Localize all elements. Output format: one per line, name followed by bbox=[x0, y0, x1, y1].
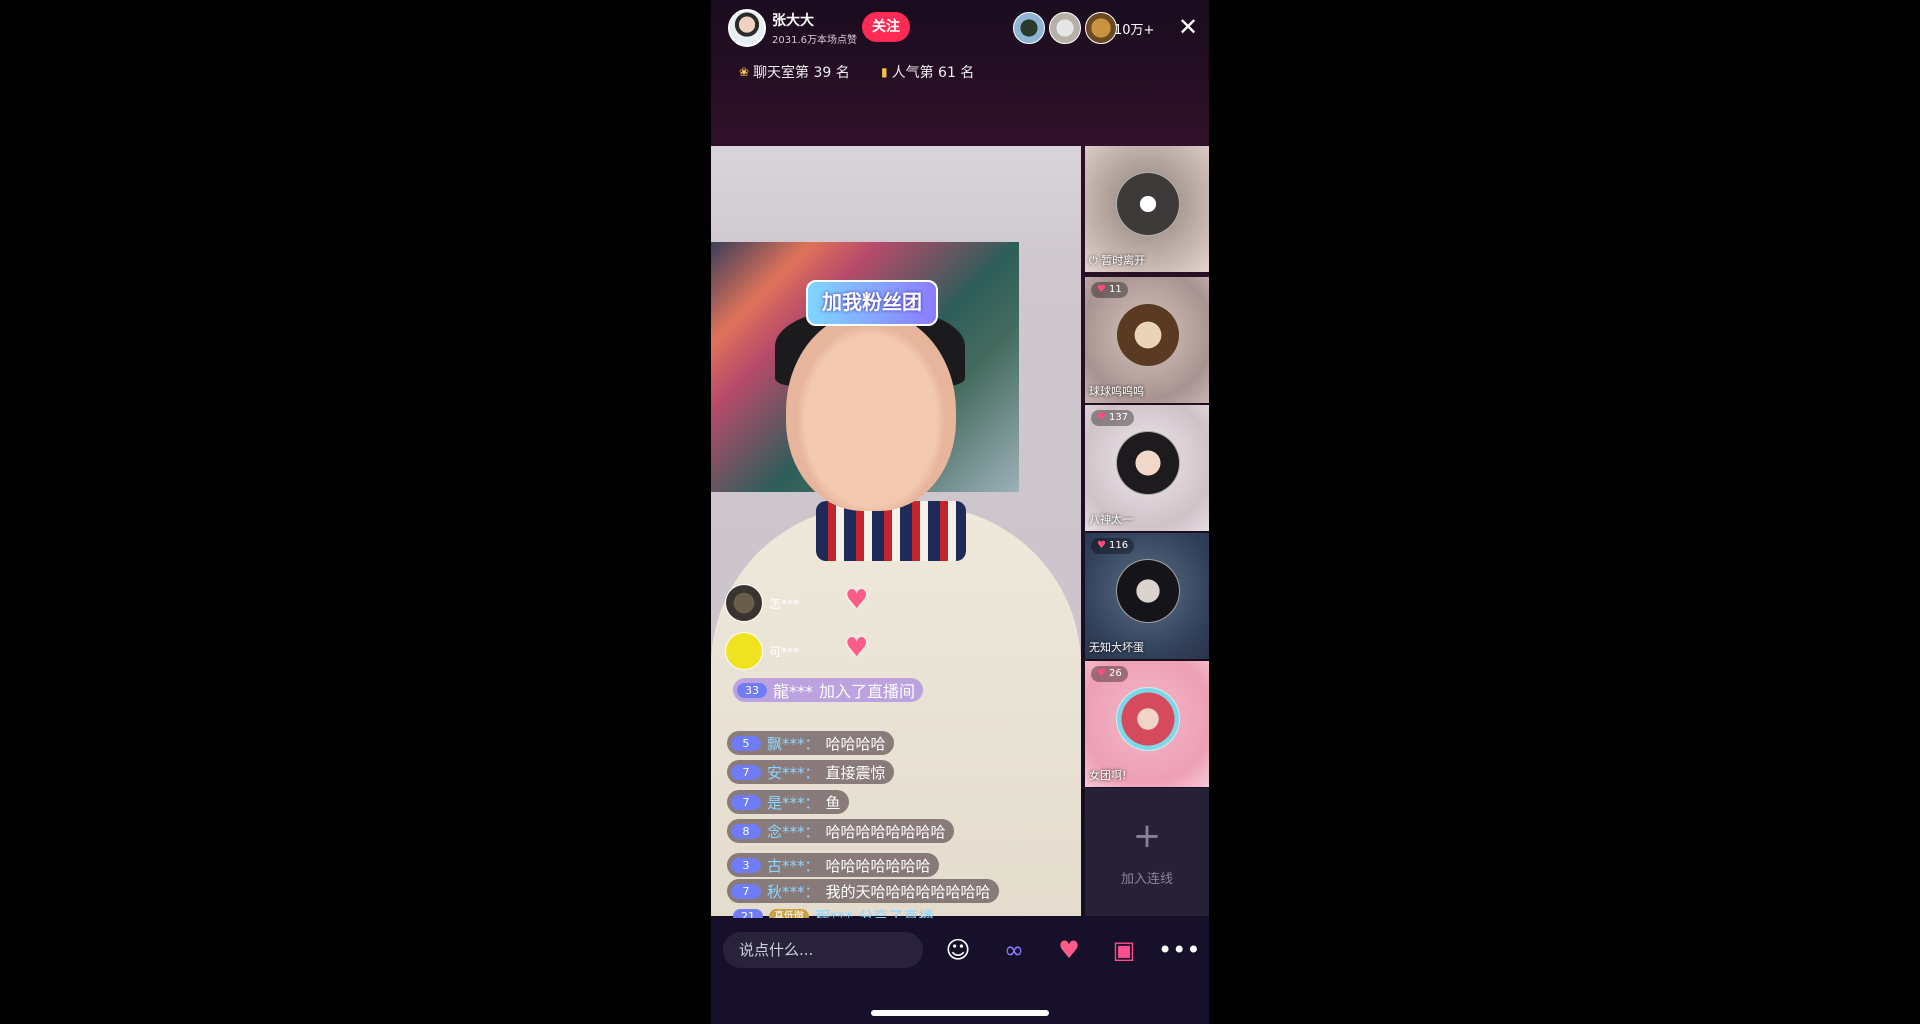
heart-gift-icon: ♥ bbox=[845, 633, 869, 663]
viewer-count[interactable]: 10万+ bbox=[1114, 19, 1154, 38]
chat-message: 3 古***： 哈哈哈哈哈哈哈 bbox=[727, 853, 939, 877]
heart-icon: ♥ bbox=[1097, 540, 1106, 551]
fan-club-sticker[interactable]: 加我粉丝团 bbox=[806, 280, 938, 326]
join-username[interactable]: 龍*** bbox=[773, 678, 813, 702]
guest-avatar bbox=[1116, 559, 1180, 623]
bottom-bar: 说点什么... ☺ ∞ ♥ ▣ ••• bbox=[711, 918, 1209, 1024]
heart-icon[interactable]: ♥ bbox=[1049, 930, 1089, 970]
guest-count-text: 116 bbox=[1108, 540, 1129, 551]
top-bar: 张大大 2031.6万本场点赞 关注 10万+ ✕ ❀ 聊天室第 39 名 ▮ … bbox=[711, 0, 1209, 150]
level-badge: 7 bbox=[731, 764, 761, 780]
heart-gift-icon: ♥ bbox=[845, 585, 869, 615]
viewer-avatar[interactable] bbox=[1049, 12, 1081, 44]
chat-text: 哈哈哈哈 bbox=[825, 734, 886, 753]
live-room: 张大大 2031.6万本场点赞 关注 10万+ ✕ ❀ 聊天室第 39 名 ▮ … bbox=[711, 0, 1209, 1024]
level-badge: 7 bbox=[731, 794, 761, 810]
guest-avatar bbox=[1116, 431, 1180, 495]
chat-message: 7 秋***： 我的天哈哈哈哈哈哈哈哈 bbox=[727, 879, 999, 903]
home-indicator[interactable] bbox=[871, 1010, 1049, 1016]
sweater-collar bbox=[816, 501, 966, 561]
guest-tile[interactable]: ♥ 116 无知大坏蛋 bbox=[1085, 533, 1209, 659]
level-badge: 3 bbox=[731, 857, 761, 873]
chat-text: 哈哈哈哈哈哈哈 bbox=[825, 856, 931, 875]
chat-rank-label: 聊天室第 39 名 bbox=[753, 65, 850, 81]
guest-heart-count: ♥ 137 bbox=[1091, 410, 1135, 426]
guest-count-text: 26 bbox=[1108, 668, 1122, 679]
level-badge: 8 bbox=[731, 823, 761, 839]
chat-username[interactable]: 古***： bbox=[767, 855, 820, 876]
popularity-icon: ▮ bbox=[881, 65, 888, 79]
guest-name: 球球呜呜呜 bbox=[1089, 385, 1144, 398]
guest-name-text: 暂时离开 bbox=[1101, 254, 1146, 267]
guest-heart-count: ♥ 26 bbox=[1091, 666, 1128, 682]
chat-room-rank[interactable]: ❀ 聊天室第 39 名 bbox=[739, 62, 850, 82]
host-likes: 2031.6万本场点赞 bbox=[772, 35, 857, 46]
chat-message: 7 是***： 鱼 bbox=[727, 790, 849, 814]
heart-icon: ♥ bbox=[1097, 284, 1106, 295]
viewer-avatar[interactable] bbox=[1085, 12, 1117, 44]
guest-tile[interactable]: ⏻ 暂时离开 bbox=[1085, 146, 1209, 272]
guest-avatar bbox=[1116, 687, 1180, 751]
guest-tile[interactable]: ♥ 26 女团啊! bbox=[1085, 661, 1209, 787]
join-message: 33 龍*** 加入了直播间 bbox=[733, 678, 924, 702]
heart-icon: ♥ bbox=[1097, 668, 1106, 679]
gift-icon[interactable]: ▣ bbox=[1104, 930, 1144, 970]
chat-username[interactable]: 秋***： bbox=[767, 881, 820, 902]
gifter-name: 可*** bbox=[769, 644, 800, 659]
guest-name: 无知大坏蛋 bbox=[1089, 641, 1144, 654]
guest-count-text: 137 bbox=[1108, 412, 1129, 423]
guest-count-text: 11 bbox=[1108, 284, 1122, 295]
guest-tile[interactable]: ♥ 11 球球呜呜呜 bbox=[1085, 277, 1209, 403]
host-face bbox=[786, 311, 956, 511]
popularity-rank-label: 人气第 61 名 bbox=[891, 65, 975, 81]
chat-rank-icon: ❀ bbox=[739, 65, 750, 79]
gifter-avatar[interactable] bbox=[725, 632, 763, 670]
join-co-host-button[interactable]: + 加入连线 bbox=[1085, 788, 1209, 916]
level-badge: 33 bbox=[737, 682, 767, 698]
gifter-avatar[interactable] bbox=[725, 584, 763, 622]
viewer-avatar[interactable] bbox=[1013, 12, 1045, 44]
chat-message: 7 安***： 直接震惊 bbox=[727, 760, 894, 784]
gifter-name: 怎*** bbox=[769, 596, 800, 611]
guest-heart-count: ♥ 11 bbox=[1091, 282, 1128, 298]
close-icon[interactable]: ✕ bbox=[1174, 12, 1202, 42]
join-text: 加入了直播间 bbox=[819, 682, 916, 701]
join-co-host-label: 加入连线 bbox=[1120, 872, 1173, 887]
level-badge: 5 bbox=[731, 735, 761, 751]
chat-username[interactable]: 念***： bbox=[767, 821, 820, 842]
guest-name: 八神太一 bbox=[1089, 513, 1133, 526]
host-avatar[interactable] bbox=[728, 9, 766, 47]
heart-icon: ♥ bbox=[1097, 412, 1106, 423]
comment-input[interactable]: 说点什么... bbox=[723, 932, 923, 968]
chat-text: 直接震惊 bbox=[825, 763, 886, 782]
guest-tile[interactable]: ♥ 137 八神太一 bbox=[1085, 405, 1209, 531]
guest-name: ⏻ 暂时离开 bbox=[1089, 252, 1145, 268]
plus-icon: + bbox=[1132, 816, 1162, 856]
chat-username[interactable]: 飘***： bbox=[767, 733, 820, 754]
guest-avatar bbox=[1116, 303, 1180, 367]
guest-heart-count: ♥ 116 bbox=[1091, 538, 1135, 554]
chat-message: 5 飘***： 哈哈哈哈 bbox=[727, 731, 894, 755]
mic-off-icon: ⏻ bbox=[1089, 254, 1102, 267]
chat-text: 鱼 bbox=[825, 793, 841, 812]
chat-username[interactable]: 安***： bbox=[767, 762, 820, 783]
chat-text: 我的天哈哈哈哈哈哈哈哈 bbox=[825, 882, 991, 901]
level-badge: 7 bbox=[731, 883, 761, 899]
chat-text: 哈哈哈哈哈哈哈哈 bbox=[825, 822, 946, 841]
chat-username[interactable]: 是***： bbox=[767, 792, 820, 813]
coffee-cup-icon bbox=[1116, 172, 1180, 236]
emoji-icon[interactable]: ☺ bbox=[938, 930, 978, 970]
more-icon[interactable]: ••• bbox=[1158, 930, 1200, 970]
gift-notification: 可*** bbox=[725, 631, 799, 671]
popularity-rank[interactable]: ▮ 人气第 61 名 bbox=[881, 62, 974, 82]
guest-name: 女团啊! bbox=[1089, 769, 1127, 782]
link-icon[interactable]: ∞ bbox=[994, 930, 1034, 970]
chat-message: 8 念***： 哈哈哈哈哈哈哈哈 bbox=[727, 819, 954, 843]
follow-button[interactable]: 关注 bbox=[862, 12, 910, 42]
gift-notification: 怎*** bbox=[725, 583, 799, 623]
host-name[interactable]: 张大大 bbox=[772, 10, 814, 30]
